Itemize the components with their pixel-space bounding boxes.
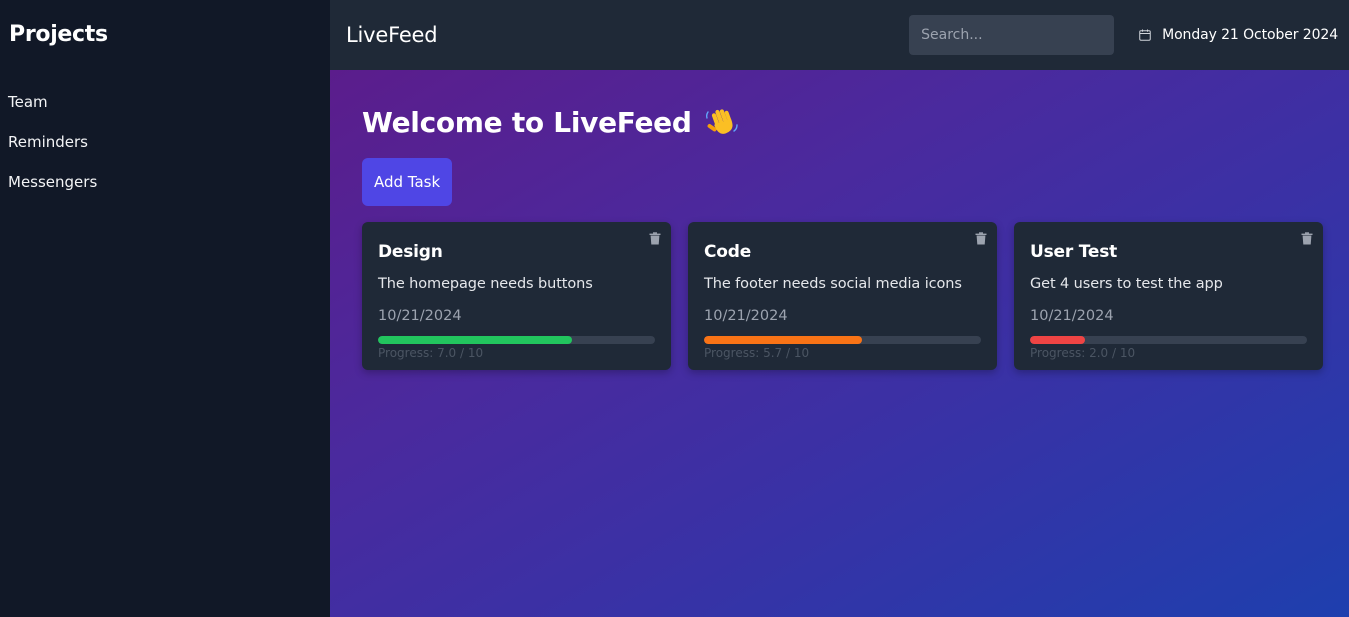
sidebar-item-messengers[interactable]: Messengers <box>0 162 330 202</box>
progress-label: Progress: 5.7 / 10 <box>704 346 810 360</box>
app: Projects Team Reminders Messengers LiveF… <box>0 0 1349 617</box>
task-card: Design The homepage needs buttons 10/21/… <box>362 222 671 370</box>
sidebar-title: Projects <box>9 22 108 47</box>
page-title: Welcome to LiveFeed <box>362 103 1323 141</box>
card-title: Code <box>704 242 752 262</box>
card-title: Design <box>378 242 443 262</box>
app-brand: LiveFeed <box>346 23 438 47</box>
sidebar-item-team[interactable]: Team <box>0 82 330 122</box>
progress-fill <box>378 336 572 344</box>
calendar-icon <box>1139 29 1151 41</box>
progress-fill <box>704 336 862 344</box>
add-task-button[interactable]: Add Task <box>362 158 453 206</box>
card-date: 10/21/2024 <box>1030 308 1114 324</box>
date-display: Monday 21 October 2024 <box>1139 27 1338 43</box>
card-description: Get 4 users to test the app <box>1030 276 1223 292</box>
card-title: User Test <box>1030 242 1118 262</box>
trash-icon[interactable] <box>975 232 987 245</box>
trash-icon[interactable] <box>649 232 661 245</box>
main-area: LiveFeed Monday 21 October 2024 Welcome … <box>330 0 1349 617</box>
card-description: The footer needs social media icons <box>704 276 962 292</box>
sidebar: Projects Team Reminders Messengers <box>0 0 330 617</box>
card-date: 10/21/2024 <box>378 308 462 324</box>
progress-fill <box>1030 336 1086 344</box>
waving-hand-icon <box>705 109 738 134</box>
task-card: User Test Get 4 users to test the app 10… <box>1014 222 1323 370</box>
trash-icon[interactable] <box>1301 232 1313 245</box>
content-area: Welcome to LiveFeed Add Task Design The … <box>330 70 1349 617</box>
top-bar: LiveFeed Monday 21 October 2024 <box>330 0 1349 70</box>
progress-label: Progress: 7.0 / 10 <box>378 346 484 360</box>
progress-bar <box>1030 336 1307 344</box>
progress-bar <box>378 336 655 344</box>
welcome-text: Welcome to LiveFeed <box>362 105 692 139</box>
search-input[interactable] <box>909 15 1115 55</box>
sidebar-item-reminders[interactable]: Reminders <box>0 122 330 162</box>
card-date: 10/21/2024 <box>704 308 788 324</box>
card-description: The homepage needs buttons <box>378 276 593 292</box>
progress-label: Progress: 2.0 / 10 <box>1030 346 1136 360</box>
task-cards: Design The homepage needs buttons 10/21/… <box>362 222 1323 370</box>
progress-bar <box>704 336 981 344</box>
date-text: Monday 21 October 2024 <box>1162 27 1338 43</box>
task-card: Code The footer needs social media icons… <box>688 222 997 370</box>
